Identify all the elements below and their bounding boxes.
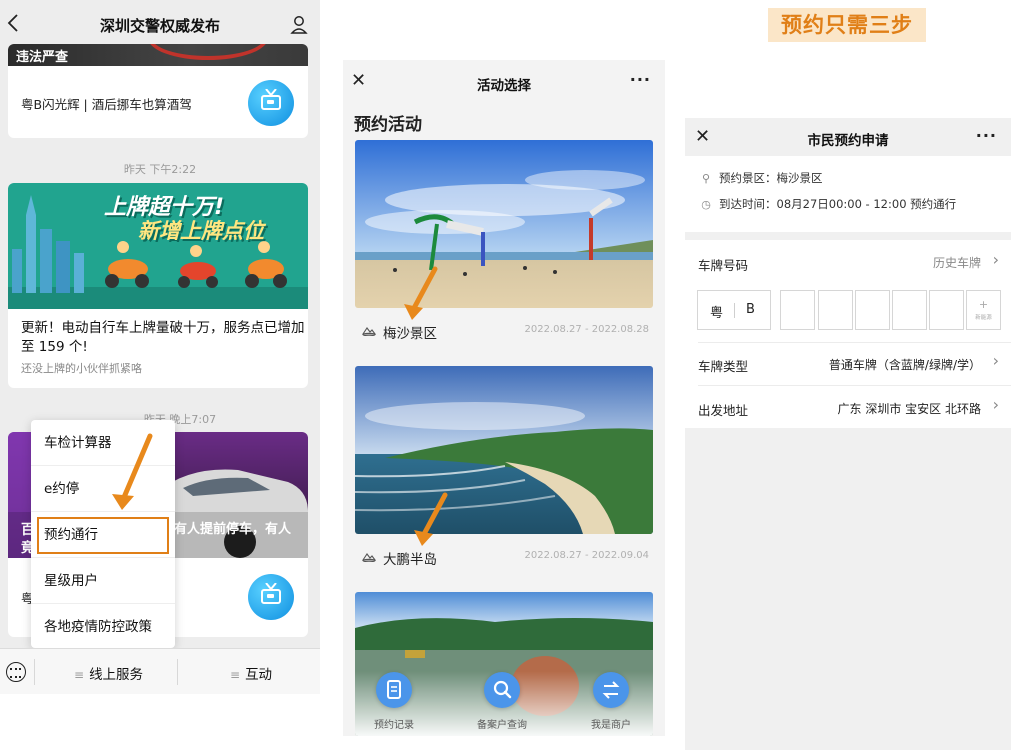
records-button[interactable]	[376, 672, 412, 708]
plate-char-input[interactable]	[929, 290, 964, 330]
article-card-1[interactable]: 违法严查 粤B闪光辉 | 酒后挪车也算酒驾	[8, 44, 308, 138]
activity-item-dapeng[interactable]: 大鹏半岛 2022.08.27 - 2022.09.04	[355, 546, 653, 568]
tv-video-icon	[248, 80, 294, 126]
activity-name: 梅沙景区	[383, 326, 437, 342]
tab-online-service[interactable]: ≡ 线上服务	[74, 663, 143, 683]
article-card-1-title: 粤B闪光辉 | 酒后挪车也算酒驾	[21, 97, 192, 112]
highlight-box	[37, 517, 169, 554]
form-title: 市民预约申请	[807, 133, 889, 149]
plate-type-value[interactable]: 普通车牌（含蓝牌/绿牌/学）	[829, 356, 981, 373]
more-icon[interactable]: ···	[976, 126, 997, 145]
plate-province: 粤	[710, 306, 724, 321]
red-ring-decoration	[148, 44, 268, 60]
article-card-1-caption: 违法严查	[16, 50, 69, 65]
plate-city-letter: B	[746, 302, 755, 317]
arrival-time-line: ◷ 到达时间：08月27日00:00 - 12:00 预约通行	[699, 196, 956, 212]
clock-icon: ◷	[701, 198, 711, 211]
history-plate-link[interactable]: 历史车牌	[933, 254, 981, 271]
menu-item-epidemic-policy[interactable]: 各地疫情防控政策	[31, 604, 175, 650]
plate-char-input[interactable]	[892, 290, 927, 330]
scenic-area-line: ⚲ 预约景区：梅沙景区	[699, 170, 823, 186]
plate-prefix-selector[interactable]: 粤 B	[697, 290, 771, 330]
origin-address-value[interactable]: 广东 深圳市 宝安区 北环路	[838, 400, 981, 417]
wechat-account-screen: 深圳交警权威发布 违法严查 粤B闪光辉 | 酒后挪车也算酒驾 昨天 下午2:22	[0, 0, 320, 694]
activity-select-screen: ✕ 活动选择 ··· 预约活动 梅沙景区 2022.08.27 - 2022.0…	[343, 60, 665, 736]
chevron-right-icon[interactable]: ›	[993, 250, 999, 269]
tv-video-icon	[248, 574, 294, 620]
more-icon[interactable]: ···	[630, 70, 651, 89]
merchant-label: 我是商户	[591, 720, 631, 731]
tab-interaction-label: 互动	[245, 667, 273, 683]
merchant-button[interactable]	[593, 672, 629, 708]
swap-icon	[602, 681, 620, 699]
activity-photo-3[interactable]	[355, 592, 653, 736]
tab-interaction[interactable]: ≡ 互动	[230, 663, 272, 683]
section-title: 预约活动	[354, 115, 422, 135]
account-navbar: 深圳交警权威发布	[0, 0, 320, 50]
plate-char-input[interactable]	[818, 290, 853, 330]
reservation-form-screen: ✕ 市民预约申请 ··· ⚲ 预约景区：梅沙景区 ◷ 到达时间：08月27日00:0…	[685, 118, 1011, 750]
plate-number-label: 车牌号码	[698, 258, 749, 273]
records-label: 预约记录	[374, 720, 414, 731]
article-card-1-image: 违法严查	[8, 44, 308, 66]
chevron-right-icon[interactable]: ›	[993, 395, 999, 414]
activity-navbar: ✕ 活动选择 ···	[343, 60, 665, 102]
activity-photo-meisha[interactable]	[355, 140, 653, 308]
orange-arrow-icon	[112, 433, 153, 510]
origin-address-label: 出发地址	[698, 403, 749, 418]
filing-query-label: 备案户查询	[477, 720, 527, 731]
keyboard-icon[interactable]	[6, 662, 26, 682]
article-card-2[interactable]: 上牌超十万! 新增上牌点位 更新！电动自行车上牌量破十万，服务点已增加至 159…	[8, 183, 308, 388]
activity-item-meisha[interactable]: 梅沙景区 2022.08.27 - 2022.08.28	[355, 320, 653, 342]
reservation-info: ⚲ 预约景区：梅沙景区 ◷ 到达时间：08月27日00:00 - 12:00 预约通…	[685, 156, 1011, 232]
new-energy-label: 新能源	[975, 315, 992, 321]
plate-type-label: 车牌类型	[698, 359, 749, 374]
tab-online-service-label: 线上服务	[89, 667, 144, 683]
form-navbar: ✕ 市民预约申请 ···	[685, 118, 1011, 156]
activity-date: 2022.08.27 - 2022.08.28	[524, 324, 649, 335]
plate-char-input[interactable]	[855, 290, 890, 330]
three-steps-banner: 预约只需三步	[768, 8, 926, 42]
plate-char-input[interactable]	[780, 290, 815, 330]
article-card-2-title: 更新！电动自行车上牌量破十万，服务点已增加至 159 个!	[21, 320, 305, 355]
plus-icon: +	[978, 298, 989, 311]
article-card-2-banner: 上牌超十万! 新增上牌点位	[8, 183, 308, 309]
account-title: 深圳交警权威发布	[99, 17, 220, 35]
location-pin-icon: ⚲	[701, 172, 711, 185]
search-icon	[493, 680, 512, 699]
scenic-icon	[362, 553, 376, 562]
chevron-right-icon[interactable]: ›	[993, 351, 999, 370]
account-bottom-menu: ≡ 线上服务 ≡ 互动	[0, 648, 320, 694]
arrival-time-text: 到达时间：08月27日00:00 - 12:00 预约通行	[719, 197, 957, 211]
activity-name: 大鹏半岛	[383, 552, 437, 568]
timestamp-1: 昨天 下午2:22	[123, 163, 197, 176]
new-energy-plate-input[interactable]: + 新能源	[966, 290, 1001, 330]
activity-title: 活动选择	[477, 78, 531, 94]
activity-date: 2022.08.27 - 2022.09.04	[524, 550, 649, 561]
scenic-icon	[362, 327, 376, 336]
article-card-3-overlay-right: 有人提前停车，有人	[174, 522, 292, 537]
orange-arrow-icon	[404, 266, 438, 320]
activity-photo-dapeng[interactable]	[355, 366, 653, 534]
filing-query-button[interactable]	[484, 672, 520, 708]
scenic-area-text: 预约景区：梅沙景区	[719, 171, 823, 185]
banner-headline-2: 新增上牌点位	[138, 219, 264, 243]
article-card-2-subtitle: 还没上牌的小伙伴抓紧咯	[21, 362, 142, 375]
orange-arrow-icon	[414, 492, 448, 546]
document-icon	[387, 680, 401, 699]
person-icon[interactable]	[290, 15, 308, 35]
menu-item-star-user[interactable]: 星级用户	[31, 558, 175, 604]
